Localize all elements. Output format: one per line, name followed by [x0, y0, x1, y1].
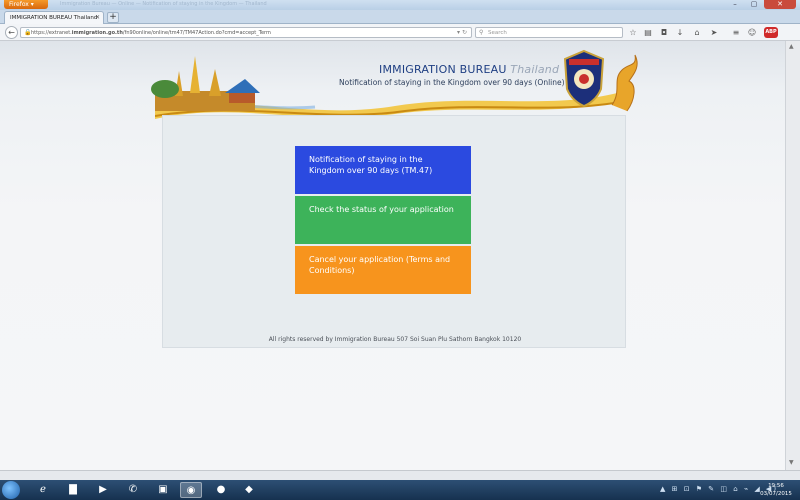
site-title: IMMIGRATION BUREAU Thailand — [379, 63, 559, 76]
menu-panel: Notification of staying in the Kingdom o… — [162, 115, 626, 348]
bookmark-star-icon[interactable]: ☆ — [628, 27, 638, 38]
page-footer: All rights reserved by Immigration Burea… — [268, 336, 522, 343]
start-button[interactable] — [2, 481, 20, 499]
pocket-icon[interactable]: ◘ — [659, 27, 669, 38]
chat-icon[interactable]: ☺ — [747, 27, 757, 38]
notification-tm47-button[interactable]: Notification of staying in the Kingdom o… — [295, 146, 471, 194]
tab-immigration-bureau[interactable]: IMMIGRATION BUREAU Thailand ✕ — [4, 11, 104, 24]
explorer-folder-icon[interactable]: ▇ — [62, 482, 84, 498]
globe-app-icon[interactable]: ● — [210, 482, 232, 498]
search-input[interactable]: ⚲ Search — [475, 27, 623, 38]
reload-icon[interactable]: ▾ ↻ — [457, 28, 467, 37]
site-title-accent: Thailand — [510, 63, 560, 76]
close-window-icon[interactable]: ✕ — [764, 0, 796, 9]
site-subtitle: Notification of staying in the Kingdom o… — [339, 78, 565, 87]
cancel-application-button[interactable]: Cancel your application (Terms and Condi… — [295, 246, 471, 294]
lock-icon: 🔒 — [24, 29, 32, 36]
search-icon: ⚲ — [479, 29, 484, 36]
scroll-up-icon[interactable]: ▲ — [789, 43, 794, 50]
scroll-down-icon[interactable]: ▼ — [789, 459, 794, 466]
vertical-scrollbar[interactable]: ▲ ▼ — [785, 41, 800, 470]
window-titlebar: Firefox ▾ Immigration Bureau — Online — … — [0, 0, 800, 10]
floppy-app-icon[interactable]: ▣ — [152, 482, 174, 498]
temple-illustration — [151, 56, 260, 111]
home-icon[interactable]: ⌂ — [692, 27, 702, 38]
url-prefix: https://extranet. — [31, 30, 72, 36]
windows-taskbar: ℯ ▇ ▶ ✆ ▣ ◉ ● ◆ ▲ ⊞ ⊡ ⚑ ✎ ◫ ⌂ ⌁ ◢ ◀) 19:… — [0, 480, 800, 500]
maximize-icon[interactable]: ▢ — [745, 0, 763, 9]
clock-time: 19:56 — [768, 483, 784, 489]
firefox-taskbar-icon[interactable]: ◉ — [180, 482, 202, 498]
site-title-main: IMMIGRATION BUREAU — [379, 63, 507, 76]
adblock-icon[interactable]: ABP — [764, 27, 778, 38]
naga-ornament-icon — [611, 54, 638, 112]
firefox-menu-button[interactable]: Firefox ▾ — [4, 0, 48, 9]
ie-icon[interactable]: ℯ — [32, 482, 54, 498]
url-domain: immigration.go.th — [71, 30, 123, 36]
page-viewport: IMMIGRATION BUREAU Thailand Notification… — [0, 41, 785, 470]
back-arrow-icon[interactable]: ← — [5, 26, 18, 39]
url-bar[interactable]: 🔒 https://extranet.immigration.go.th/fn90… — [20, 27, 472, 38]
viber-icon[interactable]: ✆ — [122, 482, 144, 498]
app-icon[interactable]: ◆ — [238, 482, 260, 498]
navigation-toolbar: ← 🔒 https://extranet.immigration.go.th/fn… — [0, 24, 800, 41]
minimize-icon[interactable]: – — [726, 0, 744, 9]
background-tabs-text: Immigration Bureau — Online — Notificati… — [60, 1, 267, 7]
check-status-button[interactable]: Check the status of your application — [295, 196, 471, 244]
clock-date: 03/07/2015 — [760, 491, 792, 497]
url-path: /fn90online/online/tm47/TM47Action.do?cm… — [122, 30, 271, 36]
police-emblem-icon — [563, 49, 605, 107]
site-header: IMMIGRATION BUREAU Thailand Notification… — [145, 41, 640, 121]
browser-statusbar — [0, 470, 800, 480]
bookmarks-list-icon[interactable]: ▤ — [643, 27, 653, 38]
new-tab-button[interactable]: + — [107, 12, 119, 23]
menu-icon[interactable]: ≡ — [731, 27, 741, 38]
taskbar-clock[interactable]: 19:56 03/07/2015 — [758, 482, 794, 498]
tab-title: IMMIGRATION BUREAU Thailand — [10, 15, 98, 21]
tab-close-icon[interactable]: ✕ — [95, 12, 100, 24]
search-placeholder: Search — [488, 30, 507, 36]
download-icon[interactable]: ↓ — [675, 27, 685, 38]
media-player-icon[interactable]: ▶ — [92, 482, 114, 498]
send-icon[interactable]: ➤ — [709, 27, 719, 38]
tab-strip: IMMIGRATION BUREAU Thailand ✕ + — [0, 10, 800, 24]
